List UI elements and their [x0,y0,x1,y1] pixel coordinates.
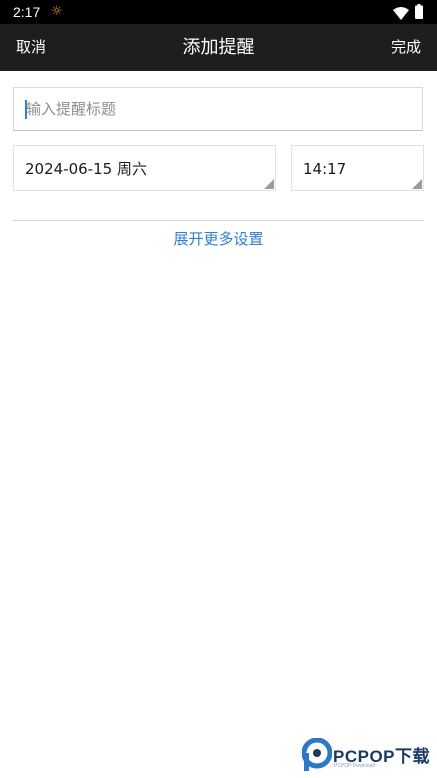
sun-icon: ☼ [51,4,63,19]
status-time: 2:17 [13,4,41,20]
text-cursor [25,100,27,119]
wifi-icon [393,5,409,24]
reminder-title-input[interactable] [13,87,423,131]
status-bar: 2:17 ☼ [0,0,437,24]
dropdown-corner-icon [264,179,274,189]
expand-more-settings-link[interactable]: 展开更多设置 [0,228,437,250]
time-value: 14:17 [303,160,347,178]
cancel-button[interactable]: 取消 [16,24,46,71]
pcpop-logo-icon [302,738,332,771]
battery-icon [415,4,423,23]
time-picker[interactable]: 14:17 [291,145,424,191]
divider [13,220,424,221]
app-bar: 添加提醒 取消 完成 [0,24,437,71]
watermark-tagline: PCPOP Download [334,763,376,769]
date-value: 2024-06-15 周六 [25,160,147,178]
done-button[interactable]: 完成 [391,24,421,71]
page-title: 添加提醒 [182,37,255,58]
dropdown-corner-icon [412,179,422,189]
date-picker[interactable]: 2024-06-15 周六 [13,145,276,191]
